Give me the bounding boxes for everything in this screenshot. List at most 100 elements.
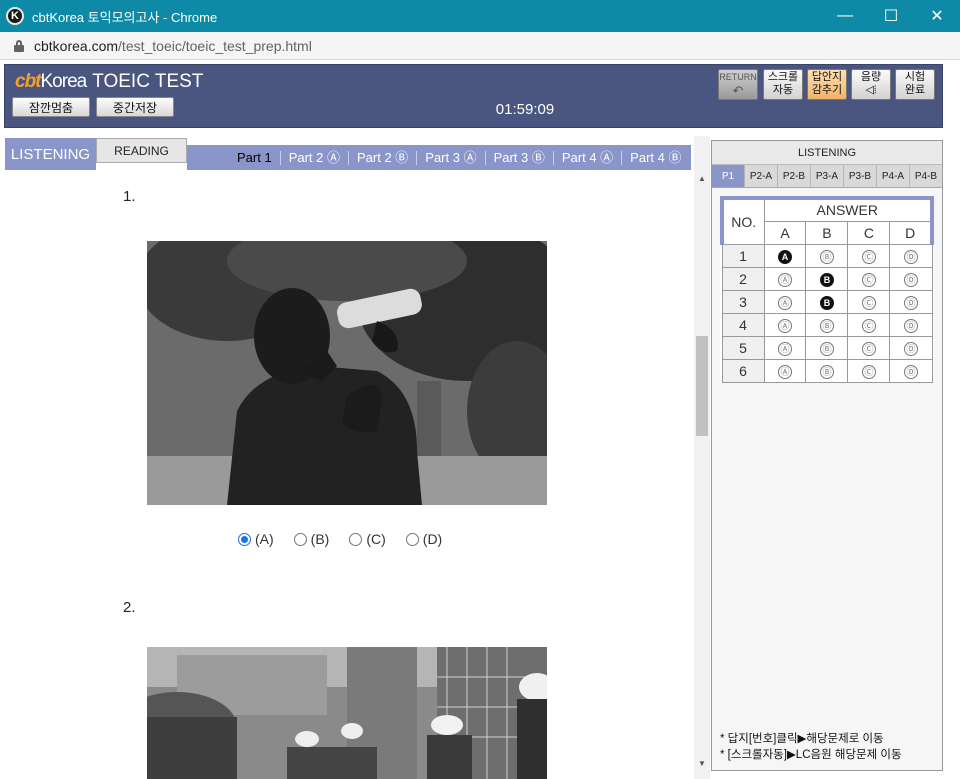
option-d[interactable]: (D) xyxy=(405,531,442,547)
tab-p3a[interactable]: P3-A xyxy=(811,165,844,187)
answer-cell-c[interactable]: Ⓒ xyxy=(847,335,891,360)
answer-cell-b[interactable]: Ⓑ xyxy=(805,243,849,268)
answer-row[interactable]: 4 Ⓐ Ⓑ Ⓒ Ⓓ xyxy=(721,312,933,337)
answer-bubble-b[interactable]: Ⓑ xyxy=(819,342,834,356)
answer-cell-b[interactable]: Ⓑ xyxy=(805,312,849,337)
hide-answer-sheet-button[interactable]: 답안지 감추기 xyxy=(807,69,847,100)
address-bar[interactable]: cbtkorea.com/test_toeic/toeic_test_prep.… xyxy=(0,32,960,60)
tab-p4b[interactable]: P4-B xyxy=(910,165,942,187)
tab-p4a[interactable]: P4-A xyxy=(877,165,910,187)
answer-cell-d[interactable]: Ⓓ xyxy=(889,358,933,383)
answer-bubble-d[interactable]: Ⓓ xyxy=(903,319,918,333)
maximize-button[interactable]: ☐ xyxy=(868,0,914,32)
answer-bubble-a[interactable]: Ⓐ xyxy=(777,365,792,379)
answer-cell-b[interactable]: B xyxy=(805,266,849,291)
scroll-thumb[interactable] xyxy=(696,336,708,436)
minimize-button[interactable]: — xyxy=(822,0,868,32)
return-button[interactable]: RETURN ↶ xyxy=(718,69,758,100)
answer-bubble-a[interactable]: A xyxy=(777,250,792,264)
save-progress-button[interactable]: 중간저장 xyxy=(96,97,174,117)
part-3a-link[interactable]: Part 3 Ⓐ xyxy=(416,150,484,165)
answer-cell-a[interactable]: Ⓐ xyxy=(763,335,807,360)
tab-listening[interactable]: LISTENING xyxy=(5,138,96,170)
part-2b-link[interactable]: Part 2 Ⓑ xyxy=(347,150,416,165)
pause-button[interactable]: 잠깐멈춤 xyxy=(12,97,90,117)
part-4a-link[interactable]: Part 4 Ⓐ xyxy=(552,150,621,165)
answer-cell-c[interactable]: Ⓒ xyxy=(847,243,891,268)
tab-p2a[interactable]: P2-A xyxy=(745,165,778,187)
answer-cell-a[interactable]: Ⓐ xyxy=(763,312,807,337)
option-c-radio[interactable] xyxy=(349,532,363,546)
answer-cell-d[interactable]: Ⓓ xyxy=(889,243,933,268)
answer-row-number[interactable]: 6 xyxy=(721,358,765,383)
part-1-link[interactable]: Part 1 xyxy=(229,150,280,165)
answer-row-number[interactable]: 5 xyxy=(721,335,765,360)
option-c[interactable]: (C) xyxy=(349,531,386,547)
option-d-radio[interactable] xyxy=(405,532,419,546)
answer-cell-a[interactable]: Ⓐ xyxy=(763,289,807,314)
tab-reading[interactable]: READING xyxy=(96,138,187,163)
option-b[interactable]: (B) xyxy=(293,531,329,547)
auto-scroll-button[interactable]: 스크롤 자동 xyxy=(763,69,803,100)
close-window-button[interactable]: ✕ xyxy=(914,0,960,32)
answer-bubble-b[interactable]: Ⓑ xyxy=(819,365,834,379)
answer-row[interactable]: 5 Ⓐ Ⓑ Ⓒ Ⓓ xyxy=(721,335,933,360)
answer-cell-b[interactable]: B xyxy=(805,289,849,314)
answer-bubble-d[interactable]: Ⓓ xyxy=(903,250,918,264)
answer-bubble-d[interactable]: Ⓓ xyxy=(903,296,918,310)
answer-bubble-c[interactable]: Ⓒ xyxy=(861,319,876,333)
question-scrollbar[interactable]: ▲ ▼ xyxy=(694,136,710,779)
part-3b-link[interactable]: Part 3 Ⓑ xyxy=(484,150,553,165)
tab-p3b[interactable]: P3-B xyxy=(844,165,877,187)
volume-button[interactable]: 음량 ◁⦙ xyxy=(851,69,891,100)
answer-bubble-a[interactable]: Ⓐ xyxy=(777,273,792,287)
tab-p1[interactable]: P1 xyxy=(712,165,745,187)
answer-row[interactable]: 1 A Ⓑ Ⓒ Ⓓ xyxy=(721,243,933,268)
answer-row-number[interactable]: 1 xyxy=(721,243,765,268)
question-pane[interactable]: LISTENING READING Part 1 Part 2 Ⓐ Part 2… xyxy=(4,136,692,779)
answer-row-number[interactable]: 4 xyxy=(721,312,765,337)
answer-cell-a[interactable]: Ⓐ xyxy=(763,358,807,383)
answer-bubble-c[interactable]: Ⓒ xyxy=(861,250,876,264)
answer-bubble-b[interactable]: B xyxy=(819,273,834,287)
answer-cell-c[interactable]: Ⓒ xyxy=(847,312,891,337)
answer-bubble-b[interactable]: Ⓑ xyxy=(819,319,834,333)
answer-row[interactable]: 3 Ⓐ B Ⓒ Ⓓ xyxy=(721,289,933,314)
option-a[interactable]: (A) xyxy=(238,531,274,547)
answer-bubble-c[interactable]: Ⓒ xyxy=(861,273,876,287)
answer-row[interactable]: 6 Ⓐ Ⓑ Ⓒ Ⓓ xyxy=(721,358,933,383)
answer-bubble-a[interactable]: Ⓐ xyxy=(777,342,792,356)
answer-cell-c[interactable]: Ⓒ xyxy=(847,358,891,383)
answer-cell-b[interactable]: Ⓑ xyxy=(805,358,849,383)
answer-bubble-c[interactable]: Ⓒ xyxy=(861,365,876,379)
answer-bubble-b[interactable]: B xyxy=(819,296,834,310)
answer-bubble-a[interactable]: Ⓐ xyxy=(777,296,792,310)
option-b-radio[interactable] xyxy=(293,532,307,546)
answer-cell-a[interactable]: Ⓐ xyxy=(763,266,807,291)
part-4b-link[interactable]: Part 4 Ⓑ xyxy=(621,150,689,165)
answer-cell-c[interactable]: Ⓒ xyxy=(847,289,891,314)
answer-bubble-d[interactable]: Ⓓ xyxy=(903,342,918,356)
tab-p2b[interactable]: P2-B xyxy=(778,165,811,187)
option-a-radio[interactable] xyxy=(238,532,251,546)
answer-cell-a[interactable]: A xyxy=(763,243,807,268)
answer-bubble-c[interactable]: Ⓒ xyxy=(861,342,876,356)
answer-bubble-b[interactable]: Ⓑ xyxy=(819,250,834,264)
answer-cell-c[interactable]: Ⓒ xyxy=(847,266,891,291)
part-2a-link[interactable]: Part 2 Ⓐ xyxy=(279,150,348,165)
answer-cell-d[interactable]: Ⓓ xyxy=(889,289,933,314)
answer-row-number[interactable]: 2 xyxy=(721,266,765,291)
answer-cell-d[interactable]: Ⓓ xyxy=(889,266,933,291)
answer-bubble-d[interactable]: Ⓓ xyxy=(903,273,918,287)
finish-test-button[interactable]: 시험 완료 xyxy=(895,69,935,100)
answer-bubble-c[interactable]: Ⓒ xyxy=(861,296,876,310)
scroll-up-arrow-icon[interactable]: ▲ xyxy=(694,170,710,186)
scroll-down-arrow-icon[interactable]: ▼ xyxy=(694,755,710,771)
answer-cell-d[interactable]: Ⓓ xyxy=(889,335,933,360)
answer-cell-d[interactable]: Ⓓ xyxy=(889,312,933,337)
answer-bubble-a[interactable]: Ⓐ xyxy=(777,319,792,333)
answer-row[interactable]: 2 Ⓐ B Ⓒ Ⓓ xyxy=(721,266,933,291)
answer-bubble-d[interactable]: Ⓓ xyxy=(903,365,918,379)
answer-row-number[interactable]: 3 xyxy=(721,289,765,314)
answer-cell-b[interactable]: Ⓑ xyxy=(805,335,849,360)
